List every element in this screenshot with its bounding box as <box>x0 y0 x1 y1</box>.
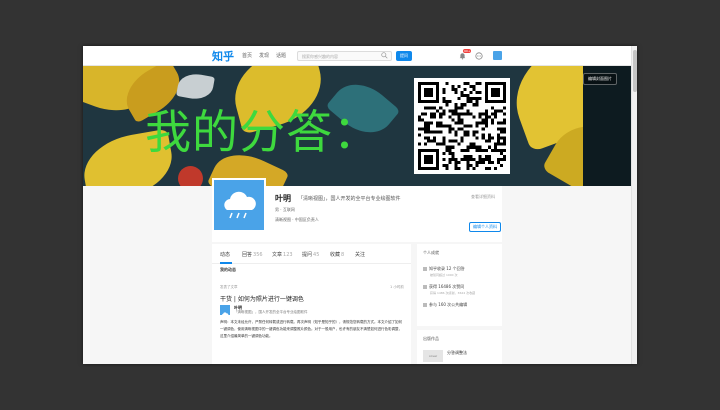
tab-collections[interactable]: 收藏8 <box>330 251 344 258</box>
publications-title: 出版作品 <box>423 336 439 341</box>
activity-meta: 发表了文章 <box>220 285 238 289</box>
notification-badge: 99+ <box>463 49 472 53</box>
profile-headline: 「清晰视图」，国人开发的全平台专业绘图软件 <box>298 196 401 202</box>
tab-articles[interactable]: 文章123 <box>272 251 293 258</box>
achievement-sub: 被赞同超过 1000 次 <box>430 273 458 277</box>
search-icon[interactable] <box>381 52 388 59</box>
tab-activity[interactable]: 动态 <box>220 251 231 258</box>
profile-cover-banner: 我的分答： 编辑封面图片 <box>83 66 631 186</box>
achievements-title: 个人成就 <box>423 250 439 255</box>
publication-cover[interactable]: cover <box>423 350 443 362</box>
scrollbar[interactable] <box>631 46 637 364</box>
zhihu-logo[interactable]: 知乎 <box>212 48 234 64</box>
nav-link-topics[interactable]: 话题 <box>276 52 286 59</box>
nav-link-explore[interactable]: 发现 <box>259 52 269 59</box>
leaf-decor <box>178 166 203 186</box>
user-avatar-small[interactable] <box>493 51 502 60</box>
search-input[interactable]: 搜索你感兴趣的内容 <box>297 51 392 61</box>
author-bio: 「清晰视图」，国人开发的全平台专业绘图软件 <box>234 310 308 314</box>
tab-answers[interactable]: 回答356 <box>242 251 263 258</box>
edit-profile-button[interactable]: 编辑个人资料 <box>469 222 501 232</box>
section-title: 我的动态 <box>220 267 236 272</box>
achievements-card: 个人成就 知乎收录 12 个回答 被赞同超过 1000 次 获得 16486 次… <box>417 244 502 326</box>
edit-cover-button[interactable]: 编辑封面图片 <box>583 73 617 85</box>
profile-avatar[interactable] <box>212 178 266 232</box>
article-title-link[interactable]: 干货 | 如何为照片进行一键调色 <box>220 294 304 303</box>
thumbs-up-icon <box>423 285 427 289</box>
achievement-item: 知乎收录 12 个回答 <box>423 266 465 272</box>
banner-overlay-text: 我的分答： <box>145 105 380 159</box>
publication-title[interactable]: 分答调整法 <box>447 350 467 356</box>
bell-icon[interactable] <box>459 52 466 60</box>
badge-icon <box>423 267 427 271</box>
browser-viewport: 知乎 首页 发现 话题 搜索你感兴趣的内容 提问 99+ 我的分答： 编辑封面图… <box>83 46 637 364</box>
article-excerpt[interactable]: 声明：本文未经允许，严禁任何转载或进行转载。再次声明（知乎是知乎的），请规范您转… <box>220 319 404 340</box>
message-icon[interactable] <box>475 52 483 60</box>
qr-code[interactable] <box>414 78 510 174</box>
profile-tabs: 动态 回答356 文章123 提问45 收藏8 关注 <box>212 244 411 264</box>
profile-detail-gender-industry: 男 · 互联网 <box>275 207 295 212</box>
author-avatar[interactable] <box>220 305 230 316</box>
tab-questions[interactable]: 提问45 <box>302 251 319 258</box>
profile-name: 叶明 <box>275 194 291 203</box>
tab-following[interactable]: 关注 <box>355 251 366 258</box>
view-details-link[interactable]: 查看详细资料 <box>471 194 495 200</box>
activity-time: 1 小时前 <box>390 285 404 289</box>
top-nav: 知乎 首页 发现 话题 搜索你感兴趣的内容 提问 99+ <box>83 46 631 66</box>
nav-link-home[interactable]: 首页 <box>242 52 252 59</box>
ask-question-button[interactable]: 提问 <box>396 51 412 61</box>
activity-column: 动态 回答356 文章123 提问45 收藏8 关注 我的动态 发表了文章 1 … <box>212 244 411 364</box>
profile-detail-employment: 清晰视图 · 中国区负责人 <box>275 217 319 222</box>
publications-card: 出版作品 cover 分答调整法 <box>417 330 502 364</box>
edit-icon <box>423 303 427 307</box>
active-tab-indicator <box>220 262 232 264</box>
achievement-item: 获得 16486 次赞同 <box>423 284 464 290</box>
scrollbar-thumb[interactable] <box>633 50 637 92</box>
cloud-icon <box>224 191 256 219</box>
achievement-sub: 获得 1486 次感谢，3624 次收藏 <box>430 291 476 295</box>
achievement-item: 参与 160 次公共编辑 <box>423 302 467 308</box>
